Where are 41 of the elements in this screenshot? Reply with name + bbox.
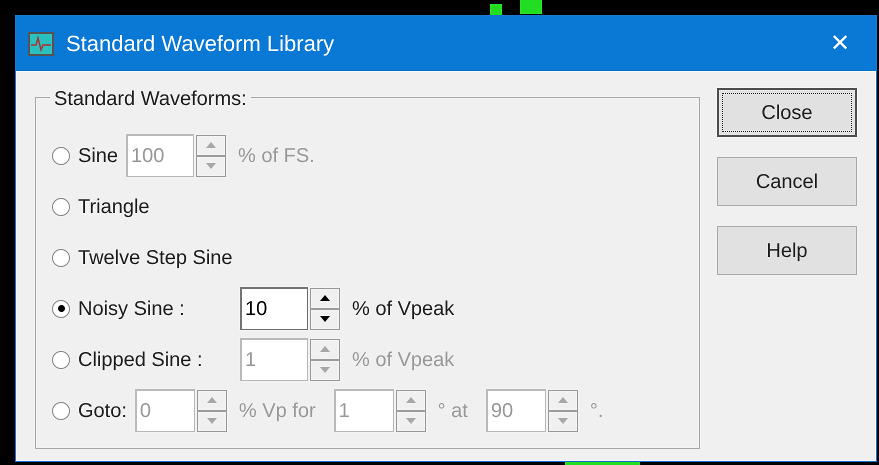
window-title: Standard Waveform Library xyxy=(66,30,336,58)
option-label: Twelve Step Sine xyxy=(78,246,233,270)
unit-label: ° at xyxy=(438,398,468,424)
unit-label: % of Vpeak xyxy=(352,296,454,322)
radio-button[interactable] xyxy=(52,248,70,266)
up-arrow-icon xyxy=(206,142,216,148)
trace-mark xyxy=(490,4,502,16)
unit-label: % of Vpeak xyxy=(352,348,454,372)
radio-button[interactable] xyxy=(52,198,70,216)
dialog-button[interactable]: Help xyxy=(717,226,857,275)
up-arrow-icon xyxy=(320,295,330,301)
dialog-button[interactable]: Cancel xyxy=(717,157,857,206)
option-label: Noisy Sine : xyxy=(78,296,186,322)
down-arrow-icon xyxy=(558,418,568,424)
number-field[interactable]: 10 xyxy=(240,287,308,330)
unit-label: °. xyxy=(590,398,604,424)
spin-down-button[interactable] xyxy=(310,308,340,330)
radio-button[interactable] xyxy=(52,300,70,318)
trace-mark xyxy=(520,0,542,14)
radio-button[interactable] xyxy=(52,402,70,420)
up-arrow-icon xyxy=(406,397,416,403)
option-label: Clipped Sine : xyxy=(78,348,204,372)
waveform-icon xyxy=(28,32,54,56)
down-arrow-icon xyxy=(406,418,416,424)
option-label: Sine xyxy=(78,144,118,168)
option-label: Goto: xyxy=(78,398,127,424)
down-arrow-icon xyxy=(320,316,330,322)
up-arrow-icon xyxy=(206,397,217,403)
dialog-button[interactable]: Close xyxy=(717,88,857,137)
unit-label: % Vp for xyxy=(238,398,316,424)
down-arrow-icon xyxy=(206,163,216,169)
radio-button[interactable] xyxy=(52,146,70,164)
spin-up-button[interactable] xyxy=(310,288,340,308)
up-arrow-icon xyxy=(558,397,568,403)
radio-button[interactable] xyxy=(52,350,70,368)
unit-label: % of FS. xyxy=(238,144,315,168)
close-button[interactable]: ✕ xyxy=(820,24,860,64)
down-arrow-icon xyxy=(320,367,330,373)
option-label: Triangle xyxy=(78,194,150,220)
up-arrow-icon xyxy=(320,346,330,352)
down-arrow-icon xyxy=(206,418,217,424)
